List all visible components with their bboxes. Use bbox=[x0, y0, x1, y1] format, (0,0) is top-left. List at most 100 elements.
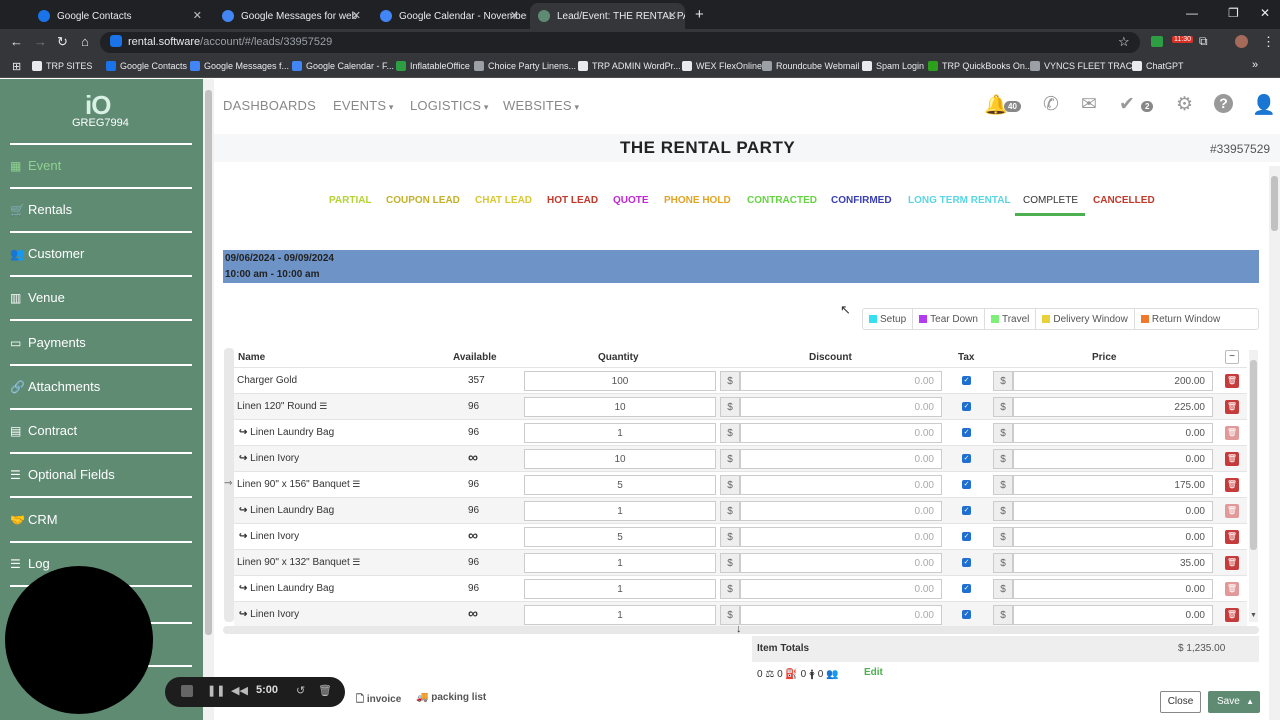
reload-icon[interactable]: ↻ bbox=[57, 34, 68, 50]
save-dropdown-icon[interactable]: ▲ bbox=[1246, 691, 1254, 713]
quantity-input[interactable]: 5 bbox=[524, 475, 716, 495]
tax-checkbox[interactable]: ✓ bbox=[962, 506, 971, 515]
help-icon[interactable]: ? bbox=[1214, 94, 1233, 113]
discount-input[interactable]: 0.00 bbox=[740, 449, 942, 469]
delete-item-icon[interactable]: 🗑 bbox=[1225, 400, 1239, 414]
delete-item-icon[interactable]: 🗑 bbox=[1225, 582, 1239, 596]
item-name[interactable]: ↪ Linen Ivory bbox=[239, 531, 299, 542]
sidebar-item-contract[interactable]: ▤ Contract bbox=[10, 423, 77, 438]
bookmark-item[interactable]: TRP ADMIN WordPr... bbox=[578, 61, 681, 71]
bookmark-star-icon[interactable]: ☆ bbox=[1118, 34, 1130, 50]
table-scroll-down-icon[interactable]: ▼ bbox=[1250, 612, 1257, 619]
bookmarks-overflow-icon[interactable]: » bbox=[1252, 59, 1258, 71]
bookmark-item[interactable]: InflatableOffice bbox=[396, 61, 470, 71]
browser-tab[interactable]: Google Contacts ✕ bbox=[30, 3, 210, 29]
item-name[interactable]: ↪ Linen Laundry Bag bbox=[239, 427, 334, 438]
sidebar-item-payments[interactable]: ▭ Payments bbox=[10, 335, 86, 350]
tax-checkbox[interactable]: ✓ bbox=[962, 584, 971, 593]
delete-item-icon[interactable]: 🗑 bbox=[1225, 426, 1239, 440]
tax-checkbox[interactable]: ✓ bbox=[962, 532, 971, 541]
quantity-input[interactable]: 100 bbox=[524, 371, 716, 391]
discount-input[interactable]: 0.00 bbox=[740, 579, 942, 599]
status-tab-coupon-lead[interactable]: COUPON LEAD bbox=[386, 195, 460, 206]
legend-return-window[interactable]: Return Window bbox=[1135, 309, 1226, 329]
discount-input[interactable]: 0.00 bbox=[740, 475, 942, 495]
tax-checkbox[interactable]: ✓ bbox=[962, 610, 971, 619]
delete-item-icon[interactable]: 🗑 bbox=[1225, 374, 1239, 388]
quantity-input[interactable]: 10 bbox=[524, 449, 716, 469]
legend-tear-down[interactable]: Tear Down bbox=[913, 309, 985, 329]
table-row[interactable]: ↪ Linen Ivory ∞ 5 $0.00 ✓ $0.00 🗑 bbox=[234, 523, 1247, 549]
back-icon[interactable]: ← bbox=[10, 34, 23, 49]
price-input[interactable]: 200.00 bbox=[1013, 371, 1213, 391]
bookmark-item[interactable]: WEX FlexOnline bbox=[682, 61, 762, 71]
table-row[interactable]: Linen 90" x 132" Banquet ☰ 96 1 $0.00 ✓ $35.0… bbox=[234, 549, 1247, 575]
table-row[interactable]: ↪ Linen Laundry Bag 96 1 $0.00 ✓ $0.00 🗑 bbox=[234, 575, 1247, 601]
item-name[interactable]: ↪ Linen Laundry Bag bbox=[239, 505, 334, 516]
invoice-link[interactable]: 🗋 invoice bbox=[356, 692, 401, 709]
discount-input[interactable]: 0.00 bbox=[740, 605, 942, 625]
status-tab-hot-lead[interactable]: HOT LEAD bbox=[547, 195, 598, 206]
legend-delivery-window[interactable]: Delivery Window bbox=[1036, 309, 1135, 329]
close-window-icon[interactable]: ✕ bbox=[1260, 6, 1270, 20]
bookmark-item[interactable]: Google Messages f... bbox=[190, 61, 289, 71]
status-tab-long-term-rental[interactable]: LONG TERM RENTAL bbox=[908, 195, 1011, 206]
nav-logistics[interactable]: LOGISTICS ▾ bbox=[410, 98, 489, 113]
item-name[interactable]: Linen 120" Round ☰ bbox=[237, 401, 327, 412]
browser-tab[interactable]: Lead/Event: THE RENTAL PA ✕ bbox=[530, 3, 685, 29]
url-text[interactable]: rental.software/account/#/leads/33957529 bbox=[128, 36, 332, 48]
phone-icon[interactable]: ✆ bbox=[1043, 93, 1059, 116]
item-list-icon[interactable]: ☰ bbox=[317, 401, 327, 411]
page-scrollbar[interactable] bbox=[1269, 166, 1280, 720]
quantity-input[interactable]: 5 bbox=[524, 527, 716, 547]
home-icon[interactable]: ⌂ bbox=[81, 34, 89, 49]
quantity-input[interactable]: 1 bbox=[524, 579, 716, 599]
tax-checkbox[interactable]: ✓ bbox=[962, 428, 971, 437]
status-tab-phone-hold[interactable]: PHONE HOLD bbox=[664, 195, 731, 206]
bookmark-item[interactable]: Choice Party Linens... bbox=[474, 61, 576, 71]
status-tab-confirmed[interactable]: CONFIRMED bbox=[831, 195, 892, 206]
bookmark-item[interactable]: Spam Login bbox=[862, 61, 924, 71]
close-tab-icon[interactable]: ✕ bbox=[352, 9, 361, 22]
item-name[interactable]: Linen 90" x 132" Banquet ☰ bbox=[237, 557, 360, 568]
user-account-icon[interactable]: 👤 bbox=[1252, 93, 1276, 117]
tax-checkbox[interactable]: ✓ bbox=[962, 402, 971, 411]
table-scroll-thumb[interactable] bbox=[1250, 360, 1257, 550]
close-tab-icon[interactable]: ✕ bbox=[510, 9, 519, 22]
restore-icon[interactable]: ❐ bbox=[1228, 6, 1239, 20]
status-tab-cancelled[interactable]: CANCELLED bbox=[1093, 195, 1155, 206]
mail-icon[interactable]: ✉ bbox=[1081, 93, 1097, 116]
status-tab-complete[interactable]: COMPLETE bbox=[1023, 195, 1078, 206]
trash-icon[interactable]: 🗑 bbox=[318, 684, 332, 697]
profile-avatar[interactable] bbox=[1235, 35, 1248, 48]
gear-icon[interactable]: ⚙ bbox=[1176, 93, 1193, 116]
table-row[interactable]: ↪ Linen Laundry Bag 96 1 $0.00 ✓ $0.00 🗑 bbox=[234, 419, 1247, 445]
bookmark-item[interactable]: VYNCS FLEET TRAC... bbox=[1030, 61, 1140, 71]
item-name[interactable]: Linen 90" x 156" Banquet ☰ bbox=[237, 479, 360, 490]
sidebar-item-rentals[interactable]: 🛒 Rentals bbox=[10, 202, 72, 217]
table-row[interactable]: Charger Gold 357 100 $0.00 ✓ $200.00 🗑 bbox=[234, 367, 1247, 393]
item-list-icon[interactable]: ☰ bbox=[350, 557, 360, 567]
price-input[interactable]: 225.00 bbox=[1013, 397, 1213, 417]
quantity-input[interactable]: 1 bbox=[524, 553, 716, 573]
clock-extension-icon[interactable]: 11:30 bbox=[1172, 36, 1193, 43]
sidebar-item-crm[interactable]: 🤝 CRM bbox=[10, 512, 58, 527]
item-name[interactable]: ↪ Linen Ivory bbox=[239, 453, 299, 464]
price-input[interactable]: 0.00 bbox=[1013, 501, 1213, 521]
collapse-all-button[interactable]: − bbox=[1225, 350, 1239, 364]
delete-item-icon[interactable]: 🗑 bbox=[1225, 530, 1239, 544]
price-input[interactable]: 0.00 bbox=[1013, 527, 1213, 547]
legend-travel[interactable]: Travel bbox=[985, 309, 1037, 329]
edit-counts-link[interactable]: Edit bbox=[864, 667, 883, 678]
tax-checkbox[interactable]: ✓ bbox=[962, 454, 971, 463]
price-input[interactable]: 0.00 bbox=[1013, 605, 1213, 625]
bookmark-item[interactable]: Roundcube Webmail bbox=[762, 61, 859, 71]
close-tab-icon[interactable]: ✕ bbox=[193, 9, 202, 22]
browser-tab[interactable]: Google Calendar - November 2 ✕ bbox=[372, 3, 527, 29]
quantity-input[interactable]: 1 bbox=[524, 423, 716, 443]
table-row[interactable]: Linen 120" Round ☰ 96 10 $0.00 ✓ $225.00 🗑 bbox=[234, 393, 1247, 419]
forward-icon[interactable]: → bbox=[34, 34, 47, 49]
nav-dashboards[interactable]: DASHBOARDS bbox=[223, 98, 316, 113]
rewind-icon[interactable]: ◀◀ bbox=[231, 684, 248, 697]
sidebar-scroll-thumb[interactable] bbox=[205, 90, 212, 635]
